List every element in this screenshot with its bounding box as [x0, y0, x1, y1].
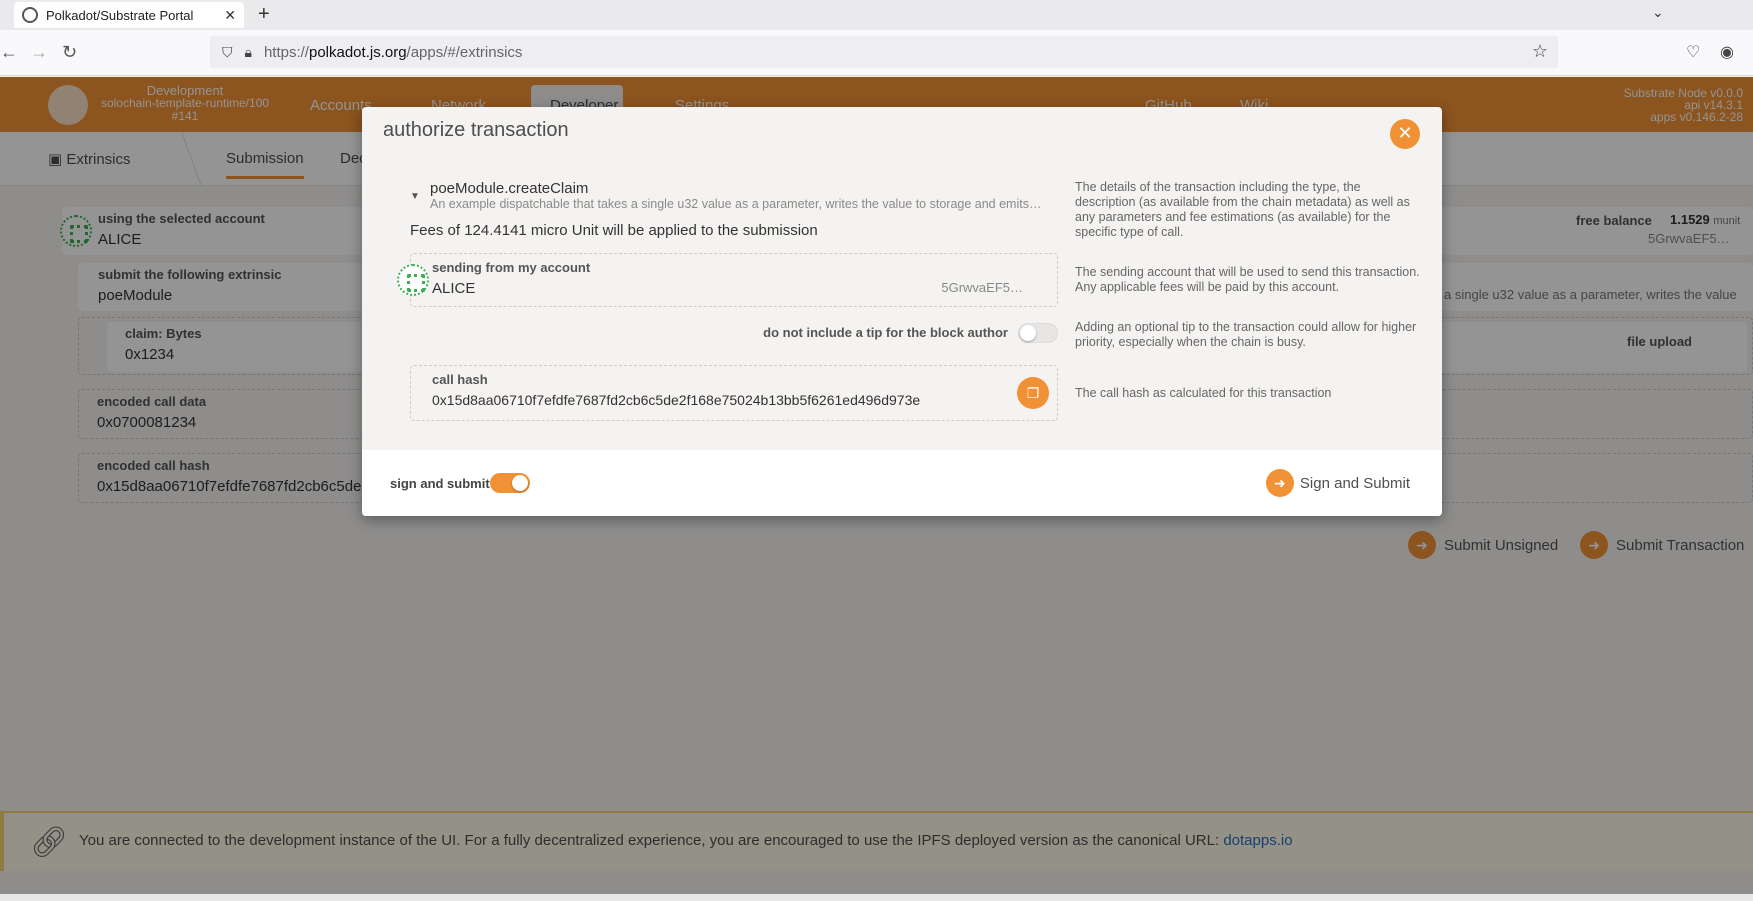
account-icon[interactable]: ◉	[1720, 42, 1734, 62]
back-icon[interactable]: ←	[0, 42, 18, 63]
call-summary[interactable]: poeModule.createClaim An example dispatc…	[430, 180, 1050, 211]
tip-label: do not include a tip for the block autho…	[763, 325, 1008, 340]
os-statusbar	[0, 894, 1753, 901]
expand-caret-icon[interactable]: ▼	[410, 191, 420, 202]
sending-address: 5GrwvaEF5…	[941, 280, 1023, 295]
lock-icon[interactable]: 🔒︎	[245, 44, 252, 61]
browser-navbar: ← → ↻ ⛉ 🔒︎ https://polkadot.js.org/apps/…	[0, 30, 1753, 76]
help-sending: The sending account that will be used to…	[1075, 265, 1420, 294]
call-description: An example dispatchable that takes a sin…	[430, 197, 1042, 211]
sending-label: sending from my account	[432, 260, 591, 275]
polkadot-favicon-icon	[22, 7, 38, 23]
pocket-icon[interactable]: ♡	[1686, 42, 1700, 62]
fees-text: Fees of 124.4141 micro Unit will be appl…	[410, 222, 818, 239]
modal-title: authorize transaction	[383, 119, 569, 141]
call-hash-value: 0x15d8aa06710f7efdfe7687fd2cb6c5de2f168e…	[432, 392, 921, 408]
sending-account: ALICE	[432, 280, 476, 297]
sign-submit-label: sign and submit	[390, 476, 490, 491]
call-method: poeModule.createClaim	[430, 180, 589, 197]
sign-submit-toggle[interactable]	[490, 473, 530, 493]
alice-identicon	[397, 264, 429, 296]
browser-tab[interactable]: Polkadot/Substrate Portal ✕	[14, 2, 244, 28]
tab-title: Polkadot/Substrate Portal	[46, 7, 194, 23]
call-hash-label: call hash	[432, 372, 488, 387]
copy-icon[interactable]: ❐	[1017, 377, 1049, 409]
shield-icon[interactable]: ⛉	[222, 44, 233, 61]
sign-and-submit-button[interactable]: ➜ Sign and Submit	[1265, 469, 1410, 497]
close-button[interactable]: ✕	[1390, 119, 1420, 149]
forward-icon[interactable]: →	[30, 42, 48, 63]
help-details: The details of the transaction including…	[1075, 180, 1410, 239]
authorize-transaction-modal: authorize transaction ✕ ▼ poeModule.crea…	[362, 107, 1442, 516]
reload-icon[interactable]: ↻	[62, 42, 77, 63]
tip-row: do not include a tip for the block autho…	[410, 321, 1058, 345]
new-tab-icon[interactable]: +	[258, 3, 270, 26]
help-hash: The call hash as calculated for this tra…	[1075, 386, 1332, 400]
tab-list-chevron-icon[interactable]: ⌄	[1652, 4, 1664, 21]
tip-toggle[interactable]	[1018, 323, 1058, 343]
fees-row: Fees of 124.4141 micro Unit will be appl…	[410, 222, 1020, 239]
browser-tabbar: Polkadot/Substrate Portal ✕ + ⌄	[0, 0, 1753, 30]
close-tab-icon[interactable]: ✕	[224, 7, 236, 24]
sign-in-icon: ➜	[1265, 469, 1294, 497]
bookmark-star-icon[interactable]: ☆	[1532, 41, 1548, 62]
help-tip: Adding an optional tip to the transactio…	[1075, 320, 1417, 349]
url-bar[interactable]: ⛉ 🔒︎ https://polkadot.js.org/apps/#/extr…	[210, 36, 1558, 68]
call-hash-box: call hash 0x15d8aa06710f7efdfe7687fd2cb6…	[410, 365, 1058, 421]
sending-account-box[interactable]: sending from my account ALICE 5GrwvaEF5…	[397, 253, 1058, 307]
url-text[interactable]: https://polkadot.js.org/apps/#/extrinsic…	[264, 44, 522, 61]
modal-footer: sign and submit ➜ Sign and Submit	[362, 450, 1442, 516]
